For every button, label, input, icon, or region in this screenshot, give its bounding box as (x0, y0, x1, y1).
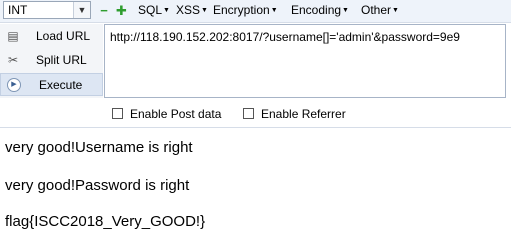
scissors-icon: ✂ (7, 53, 19, 67)
enable-referrer-checkbox[interactable] (243, 108, 254, 119)
enable-post-checkbox[interactable] (112, 108, 123, 119)
response-line-username: very good!Username is right (5, 139, 193, 156)
other-menu[interactable]: Other▼ (361, 2, 399, 18)
load-url-button[interactable]: ▤ Load URL (0, 25, 103, 48)
split-url-label: Split URL (36, 53, 87, 67)
minus-icon[interactable]: − (99, 4, 109, 17)
play-icon: ▶ (7, 78, 21, 92)
execute-button[interactable]: ▶ Execute (0, 73, 103, 96)
caret-down-icon: ▼ (392, 7, 399, 14)
sql-menu-label: SQL (138, 3, 163, 17)
options-row: Enable Post data Enable Referrer (0, 101, 511, 128)
caret-down-icon: ▼ (270, 7, 278, 14)
hackbar-actions: ▤ Load URL ✂ Split URL ▶ Execute (0, 24, 103, 98)
sql-menu[interactable]: SQL▼ (138, 2, 170, 18)
caret-down-icon: ▼ (201, 7, 208, 14)
load-url-label: Load URL (36, 29, 91, 43)
encoding-menu-label: Encoding (291, 3, 342, 17)
chevron-down-icon[interactable]: ▼ (73, 2, 90, 18)
load-url-icon: ▤ (7, 29, 19, 43)
caret-down-icon: ▼ (342, 7, 349, 14)
encoding-menu[interactable]: Encoding▼ (291, 2, 349, 18)
enable-referrer-label[interactable]: Enable Referrer (261, 107, 346, 121)
xss-menu[interactable]: XSS▼ (176, 2, 208, 18)
url-textarea[interactable]: http://118.190.152.202:8017/?username[]=… (104, 24, 506, 98)
other-menu-label: Other (361, 3, 392, 17)
xss-menu-label: XSS (176, 3, 201, 17)
type-select-value: INT (8, 3, 28, 17)
encryption-menu-label: Encryption (213, 3, 270, 17)
split-url-button[interactable]: ✂ Split URL (0, 49, 103, 72)
response-line-flag: flag{ISCC2018_Very_GOOD!} (5, 213, 206, 230)
response-line-password: very good!Password is right (5, 177, 190, 194)
hackbar-toolbar: INT ▼ − ✚ SQL▼ XSS▼ Encryption▼ Encoding… (0, 0, 511, 23)
url-value: http://118.190.152.202:8017/?username[]=… (110, 30, 460, 44)
enable-post-label[interactable]: Enable Post data (130, 107, 221, 121)
execute-label: Execute (39, 78, 83, 92)
encryption-menu[interactable]: Encryption▼ (213, 2, 278, 18)
type-select[interactable]: INT ▼ (3, 1, 91, 19)
plus-icon[interactable]: ✚ (116, 4, 127, 17)
caret-down-icon: ▼ (163, 7, 170, 14)
